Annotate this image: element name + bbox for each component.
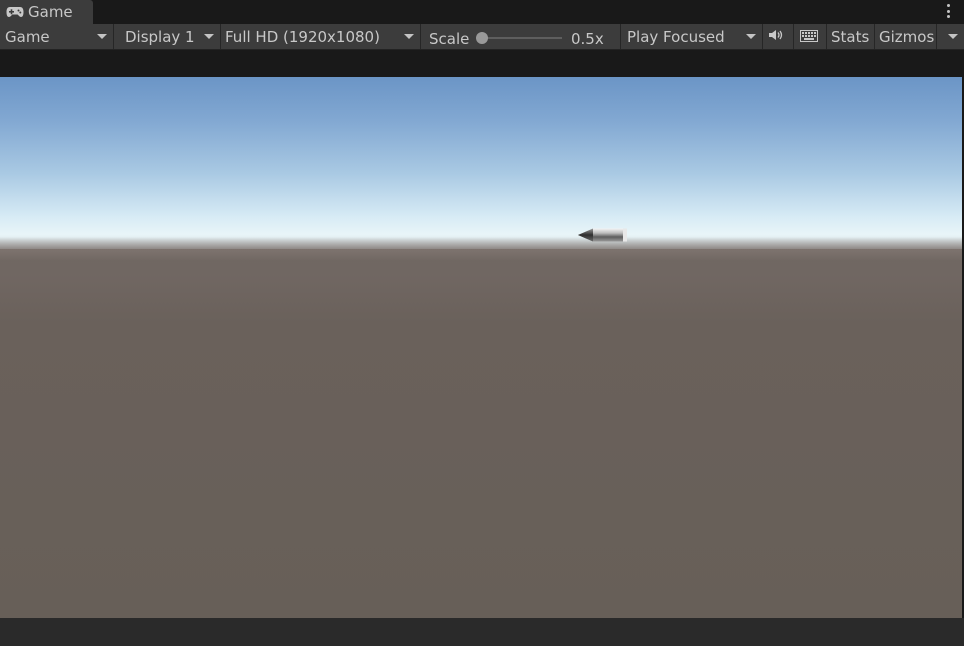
scale-value: 0.5x [566,24,616,49]
chevron-down-icon [948,34,958,39]
chevron-down-icon [204,34,214,39]
play-mode-dropdown[interactable]: Play Focused [622,24,762,49]
gamepad-icon [6,5,24,19]
toolbar-divider [113,24,114,49]
game-viewport[interactable] [0,77,962,618]
mute-audio-button[interactable] [763,24,793,49]
stats-label: Stats [831,27,870,46]
horizon-haze [0,237,962,277]
resolution-label: Full HD (1920x1080) [225,27,380,46]
stats-button[interactable]: Stats [826,24,874,49]
gizmos-button[interactable]: Gizmos [874,24,936,49]
more-options-icon[interactable] [946,4,950,18]
toolbar-divider [420,24,421,49]
tab-title: Game [28,3,73,21]
shortcuts-button[interactable] [794,24,826,49]
scale-slider-thumb[interactable] [476,32,488,44]
display-label: Display 1 [125,27,195,46]
keyboard-icon [800,28,818,46]
chevron-down-icon [404,34,414,39]
scale-label-text: Scale [429,29,470,48]
ground-plane [0,249,962,618]
view-mode-label: Game [5,27,50,46]
display-dropdown[interactable]: Display 1 [120,24,220,49]
skybox [0,77,962,252]
scale-slider-track[interactable] [482,37,562,39]
scale-value-text: 0.5x [571,29,604,48]
bottom-strip [0,618,964,646]
chevron-down-icon [746,34,756,39]
resolution-dropdown[interactable]: Full HD (1920x1080) [220,24,420,49]
chevron-down-icon [97,34,107,39]
view-mode-dropdown[interactable]: Game [0,24,113,49]
tab-bar: Game [0,0,964,24]
gizmos-label: Gizmos [879,27,935,46]
tab-game[interactable]: Game [0,0,93,24]
gizmos-dropdown[interactable] [937,24,964,49]
speaker-icon [768,28,786,46]
scale-label: Scale [424,24,474,49]
toolbar-divider [620,24,621,49]
viewport-top-gap [0,50,964,77]
play-mode-label: Play Focused [627,27,725,46]
bullet-object [578,228,627,242]
